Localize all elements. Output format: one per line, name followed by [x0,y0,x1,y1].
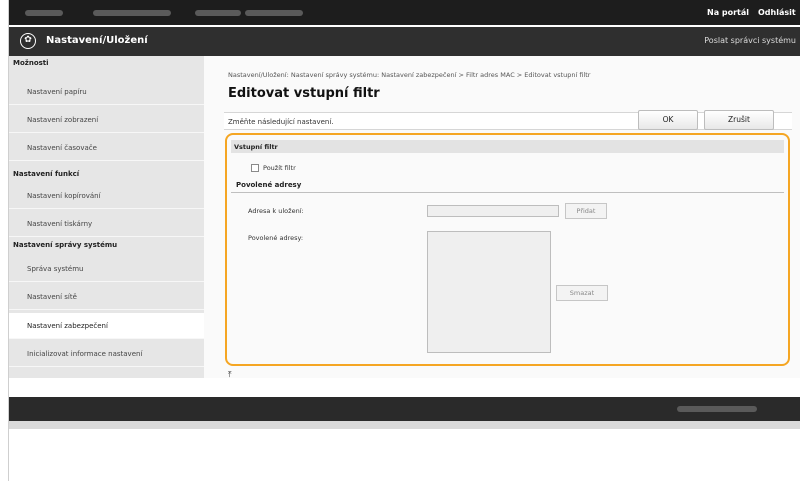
send-to-admin-link[interactable]: Poslat správci systému [704,36,796,45]
blurred-text [245,10,303,16]
sidebar-item-printer-settings[interactable]: Nastavení tiskárny [9,211,204,237]
footer-bar [9,397,800,421]
instruction-text: Změňte následující nastavení. [228,118,334,126]
address-to-save-label: Adresa k uložení: [248,207,304,215]
add-button[interactable]: Přidat [565,203,607,219]
allowed-addresses-label: Povolené adresy: [248,234,304,242]
sidebar-item-initialize-settings[interactable]: Inicializovat informace nastavení [9,341,204,367]
sidebar-item-label: Nastavení zabezpečení [27,322,108,330]
blurred-text [25,10,63,16]
sidebar-item-label: Správa systému [27,265,84,273]
sidebar-item-copy-settings[interactable]: Nastavení kopírování [9,183,204,209]
sidebar-item-label: Nastavení časovače [27,144,97,152]
sidebar-item-label: Nastavení sítě [27,293,77,301]
sidebar-item-label: Nastavení kopírování [27,192,101,200]
breadcrumb: Nastavení/Uložení: Nastavení správy syst… [228,71,591,79]
sidebar-item-paper-settings[interactable]: Nastavení papíru [9,79,204,105]
top-bar: Na portál Odhlásit [9,0,800,25]
scroll-to-top-icon[interactable]: ⤒ [228,371,232,379]
ok-button[interactable]: OK [638,110,698,130]
delete-button[interactable]: Smazat [556,285,608,301]
divider [231,192,784,193]
blurred-text [677,406,757,412]
sidebar-heading-functions: Nastavení funkcí [13,170,80,178]
app-title: Nastavení/Uložení [46,35,148,46]
logout-link[interactable]: Odhlásit [758,8,796,17]
cancel-button[interactable]: Zrušit [704,110,774,130]
title-bar: ✿ Nastavení/Uložení Poslat správci systé… [9,27,800,56]
use-filter-label[interactable]: Použít filtr [263,164,296,172]
page-title: Editovat vstupní filtr [228,86,380,101]
sidebar-heading-admin: Nastavení správy systému [13,241,118,249]
portal-link[interactable]: Na portál [707,8,749,17]
address-input[interactable] [427,205,559,217]
blurred-text [195,10,241,16]
use-filter-checkbox[interactable] [251,164,259,172]
sidebar-item-label: Inicializovat informace nastavení [27,350,143,358]
sidebar-item-security-settings[interactable]: Nastavení zabezpečení [9,313,204,339]
blurred-text [93,10,171,16]
sidebar-item-label: Nastavení zobrazení [27,116,99,124]
section-title: Vstupní filtr [234,143,278,151]
allowed-addresses-heading: Povolené adresy [236,181,302,189]
sidebar-item-timer-settings[interactable]: Nastavení časovače [9,135,204,161]
sidebar: Možnosti Nastavení papíru Nastavení zobr… [9,56,204,378]
sidebar-item-display-settings[interactable]: Nastavení zobrazení [9,107,204,133]
section-header-input-filter: Vstupní filtr [231,140,784,153]
sidebar-item-label: Nastavení papíru [27,88,87,96]
sidebar-item-network-settings[interactable]: Nastavení sítě [9,284,204,310]
sidebar-heading-options: Možnosti [13,59,49,67]
sidebar-item-system-management[interactable]: Správa systému [9,256,204,282]
allowed-addresses-list[interactable] [427,231,551,353]
settings-app-icon: ✿ [20,33,36,49]
sidebar-item-label: Nastavení tiskárny [27,220,93,228]
footer-band [9,421,800,429]
